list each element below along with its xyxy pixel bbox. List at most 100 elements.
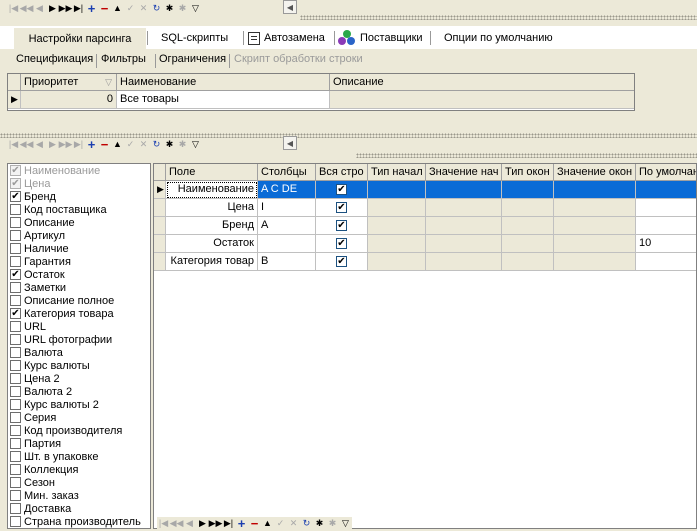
row-indicator[interactable]: ▶	[8, 91, 21, 109]
cell-start-type[interactable]	[368, 199, 426, 217]
star-icon[interactable]: ✱	[163, 137, 176, 151]
field-checkbox-item[interactable]: Валюта	[8, 346, 150, 359]
asterisk-icon[interactable]: ✱	[326, 516, 339, 530]
cell-default[interactable]: 10	[636, 235, 696, 253]
subtab-row-script[interactable]: Скрипт обработки строки	[234, 53, 363, 65]
cell-end-value[interactable]	[554, 217, 636, 235]
subtab-restrictions[interactable]: Ограничения	[159, 53, 226, 65]
cell-whole-row[interactable]: ✔	[316, 217, 368, 235]
checkbox[interactable]: ✔	[336, 201, 347, 213]
cell-end-value[interactable]	[554, 253, 636, 271]
field-checkbox-item[interactable]: Наличие	[8, 242, 150, 255]
field-checkbox-item[interactable]: Коллекция	[8, 463, 150, 476]
checkbox[interactable]	[10, 490, 21, 501]
prev-page-icon[interactable]: ◀◀	[170, 516, 184, 530]
first-record-icon[interactable]: |◀	[7, 137, 20, 151]
prev-page-icon[interactable]: ◀◀	[20, 137, 34, 151]
field-checkbox-item[interactable]: ✔ Бренд	[8, 190, 150, 203]
checkbox[interactable]	[10, 243, 21, 254]
checkbox[interactable]	[10, 373, 21, 384]
field-checkbox-item[interactable]: Мин. заказ	[8, 489, 150, 502]
cell-end-value[interactable]	[554, 181, 636, 199]
last-record-icon[interactable]: ▶|	[72, 1, 85, 15]
delete-record-icon[interactable]: −	[248, 516, 261, 531]
tab-sql-scripts[interactable]: SQL-скрипты	[161, 27, 228, 49]
field-checkbox-item[interactable]: Код производителя	[8, 424, 150, 437]
checkbox[interactable]	[10, 230, 21, 241]
column-header-default[interactable]: По умолчан	[636, 164, 696, 181]
checkbox[interactable]	[10, 425, 21, 436]
cell-start-value[interactable]	[426, 199, 502, 217]
checkbox[interactable]: ✔	[336, 237, 347, 249]
add-record-icon[interactable]: +	[85, 137, 98, 152]
prev-record-icon[interactable]: ◀	[33, 137, 46, 151]
field-checkbox-item[interactable]: ✔ Цена	[8, 177, 150, 190]
checkbox[interactable]	[10, 360, 21, 371]
cell-start-value[interactable]	[426, 235, 502, 253]
checkbox[interactable]	[10, 256, 21, 267]
tab-suppliers[interactable]: Поставщики	[338, 27, 423, 49]
prev-record-icon[interactable]: ◀	[33, 1, 46, 15]
cell-name[interactable]: Все товары	[117, 91, 330, 109]
cell-field[interactable]: Наименование	[166, 181, 258, 199]
subtab-specification[interactable]: Спецификация	[16, 53, 93, 65]
checkbox[interactable]	[10, 477, 21, 488]
next-record-icon[interactable]: ▶	[46, 137, 59, 151]
cell-default[interactable]	[636, 181, 696, 199]
refresh-icon[interactable]: ↻	[150, 1, 163, 15]
next-page-icon[interactable]: ▶▶	[59, 1, 73, 15]
checkbox[interactable]: ✔	[10, 165, 21, 176]
field-checkbox-item[interactable]: ✔ Наименование	[8, 164, 150, 177]
checkbox[interactable]: ✔	[336, 183, 347, 195]
cancel-icon[interactable]: ✕	[137, 137, 150, 151]
tab-autoreplace[interactable]: Автозамена	[248, 27, 325, 49]
cell-priority[interactable]: 0	[21, 91, 117, 109]
post-icon[interactable]: ✓	[124, 1, 137, 15]
cell-end-value[interactable]	[554, 199, 636, 217]
column-header-description[interactable]: Описание	[330, 74, 634, 91]
cell-whole-row[interactable]: ✔	[316, 235, 368, 253]
checkbox[interactable]: ✔	[10, 178, 21, 189]
cancel-icon[interactable]: ✕	[137, 1, 150, 15]
cell-whole-row[interactable]: ✔	[316, 181, 368, 199]
cell-end-type[interactable]	[502, 199, 554, 217]
filter-icon[interactable]: ▽	[189, 137, 202, 151]
star-icon[interactable]: ✱	[313, 516, 326, 530]
row-indicator[interactable]	[154, 199, 166, 217]
row-indicator[interactable]	[154, 253, 166, 271]
add-record-icon[interactable]: +	[85, 1, 98, 16]
column-header-start-type[interactable]: Тип начал	[368, 164, 426, 181]
cell-start-type[interactable]	[368, 181, 426, 199]
tab-default-options[interactable]: Опции по умолчанию	[444, 27, 553, 49]
star-icon[interactable]: ✱	[163, 1, 176, 15]
cell-start-type[interactable]	[368, 253, 426, 271]
column-header-priority[interactable]: Приоритет ▽	[21, 74, 117, 91]
checkbox[interactable]: ✔	[336, 219, 347, 231]
field-checkbox-item[interactable]: Доставка	[8, 502, 150, 515]
cell-field[interactable]: Бренд	[166, 217, 258, 235]
cell-start-type[interactable]	[368, 217, 426, 235]
field-checkbox-item[interactable]: Страна производитель	[8, 515, 150, 528]
column-header-end-value[interactable]: Значение окон	[554, 164, 636, 181]
column-header-columns[interactable]: Столбцы	[258, 164, 316, 181]
cell-default[interactable]	[636, 253, 696, 271]
field-checkbox-item[interactable]: Цена 2	[8, 372, 150, 385]
cell-field[interactable]: Остаток	[166, 235, 258, 253]
last-record-icon[interactable]: ▶|	[72, 137, 85, 151]
scroll-left-icon[interactable]: ◀	[283, 136, 297, 150]
subtab-filters[interactable]: Фильтры	[101, 53, 146, 65]
filter-icon[interactable]: ▽	[339, 516, 352, 530]
checkbox[interactable]: ✔	[10, 191, 21, 202]
cell-field[interactable]: Цена	[166, 199, 258, 217]
column-header-end-type[interactable]: Тип окон	[502, 164, 554, 181]
checkbox[interactable]	[10, 321, 21, 332]
cell-end-type[interactable]	[502, 253, 554, 271]
post-icon[interactable]: ✓	[124, 137, 137, 151]
row-indicator[interactable]	[154, 235, 166, 253]
field-checkbox-item[interactable]: Описание	[8, 216, 150, 229]
checkbox[interactable]	[10, 451, 21, 462]
checkbox[interactable]: ✔	[10, 308, 21, 319]
filter-icon[interactable]: ▽	[189, 1, 202, 15]
checkbox[interactable]	[10, 204, 21, 215]
next-page-icon[interactable]: ▶▶	[209, 516, 223, 530]
